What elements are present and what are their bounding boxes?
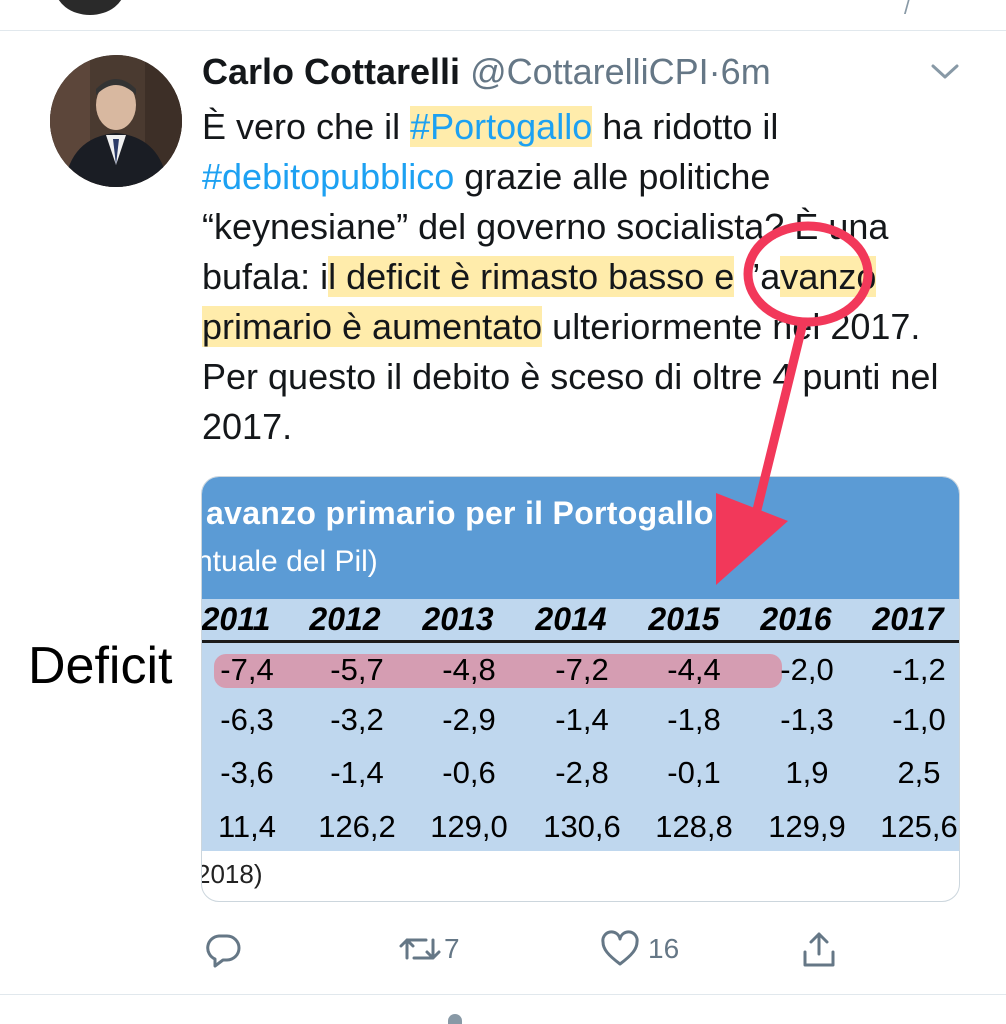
year-header: 2014	[535, 601, 607, 637]
table-header-rule	[202, 640, 959, 643]
previous-tweet-fragment: /	[0, 0, 1006, 30]
table-subtitle: ntuale del Pil)	[201, 545, 378, 578]
table-header-band: avanzo primario per il Portogallo ntuale…	[202, 477, 959, 599]
table-cell: 126,2	[318, 809, 396, 844]
year-header: 2017	[872, 601, 944, 637]
year-header: 2011	[201, 601, 271, 637]
deficit-annotation-label: Deficit	[28, 637, 173, 695]
tweet-text-segment: È vero che il	[202, 106, 411, 147]
previous-tweet-avatar	[55, 0, 125, 15]
year-header: 2016	[760, 601, 832, 637]
table-cell: -3,6	[220, 755, 274, 790]
table-cell: -4,8	[442, 652, 496, 687]
avatar[interactable]	[50, 55, 182, 187]
tweet-text-segment: ha ridotto il	[592, 106, 779, 147]
table-cell: 2,5	[897, 755, 941, 790]
table-cell: -5,7	[330, 652, 384, 687]
year-header: 2012	[309, 601, 381, 637]
table-cell: -1,4	[555, 702, 609, 737]
previous-tweet-action-icon[interactable]: /	[904, 0, 910, 20]
tweet-image-card[interactable]: avanzo primario per il Portogallo ntuale…	[201, 476, 960, 902]
table-cell: -1,2	[892, 652, 946, 687]
share-icon	[800, 930, 838, 970]
share-button[interactable]	[800, 930, 838, 970]
bottom-divider	[0, 994, 1006, 995]
tweet-time[interactable]: 6m	[721, 51, 771, 92]
table-cell: -1,4	[330, 755, 384, 790]
reply-button[interactable]	[204, 930, 242, 968]
tweet-header: Carlo Cottarelli @CottarelliCPI·6m	[202, 50, 771, 94]
table-cell: 129,9	[768, 809, 846, 844]
table-cell: -4,4	[667, 652, 721, 687]
chevron-down-icon[interactable]	[930, 62, 960, 82]
retweet-count: 7	[444, 933, 460, 964]
table-cell: 11,4	[217, 809, 277, 844]
table-cell: -0,1	[667, 755, 721, 790]
tweet-text-segment: l’a	[734, 256, 781, 297]
top-divider	[0, 30, 1006, 31]
table-source-note: 2018)	[201, 859, 263, 889]
table-cell: -6,3	[220, 702, 274, 737]
hashtag-portogallo[interactable]: #Portogallo	[410, 106, 593, 147]
table-cell: -3,2	[330, 702, 384, 737]
author-name[interactable]: Carlo Cottarelli	[202, 51, 460, 92]
year-header: 2013	[422, 601, 494, 637]
table-cell: 128,8	[655, 809, 733, 844]
author-handle[interactable]: @CottarelliCPI	[470, 51, 709, 92]
retweet-button[interactable]: 7	[398, 930, 460, 968]
table-cell: 129,0	[430, 809, 508, 844]
highlighted-text: l deficit è rimasto basso e	[328, 256, 735, 297]
retweet-icon	[398, 930, 442, 968]
like-button[interactable]: 16	[600, 930, 679, 968]
year-header: 2015	[648, 601, 720, 637]
table-cell: -7,4	[220, 652, 274, 687]
table-cell: 1,9	[785, 755, 829, 790]
table-cell: -1,8	[667, 702, 721, 737]
like-count: 16	[648, 933, 680, 964]
table-cell: 130,6	[543, 809, 621, 844]
like-icon	[600, 930, 640, 968]
tweet-text: È vero che il #Portogallo ha ridotto il …	[202, 102, 962, 452]
table-cell: -2,8	[555, 755, 609, 790]
table-cell: -0,6	[442, 755, 496, 790]
table-cell: -7,2	[555, 652, 609, 687]
tweet-actions: 7 16	[0, 930, 1006, 976]
table-cell: 125,6	[880, 809, 958, 844]
table-cell: -1,0	[892, 702, 946, 737]
next-tweet-fragment	[448, 1014, 462, 1024]
reply-icon	[204, 930, 242, 968]
time-separator: ·	[708, 51, 721, 92]
table-cell: -2,9	[442, 702, 496, 737]
hashtag-debitopubblico[interactable]: #debitopubblico	[202, 156, 454, 197]
table-cell: -2,0	[780, 652, 834, 687]
table-title: avanzo primario per il Portogallo	[206, 495, 714, 531]
table-cell: -1,3	[780, 702, 834, 737]
